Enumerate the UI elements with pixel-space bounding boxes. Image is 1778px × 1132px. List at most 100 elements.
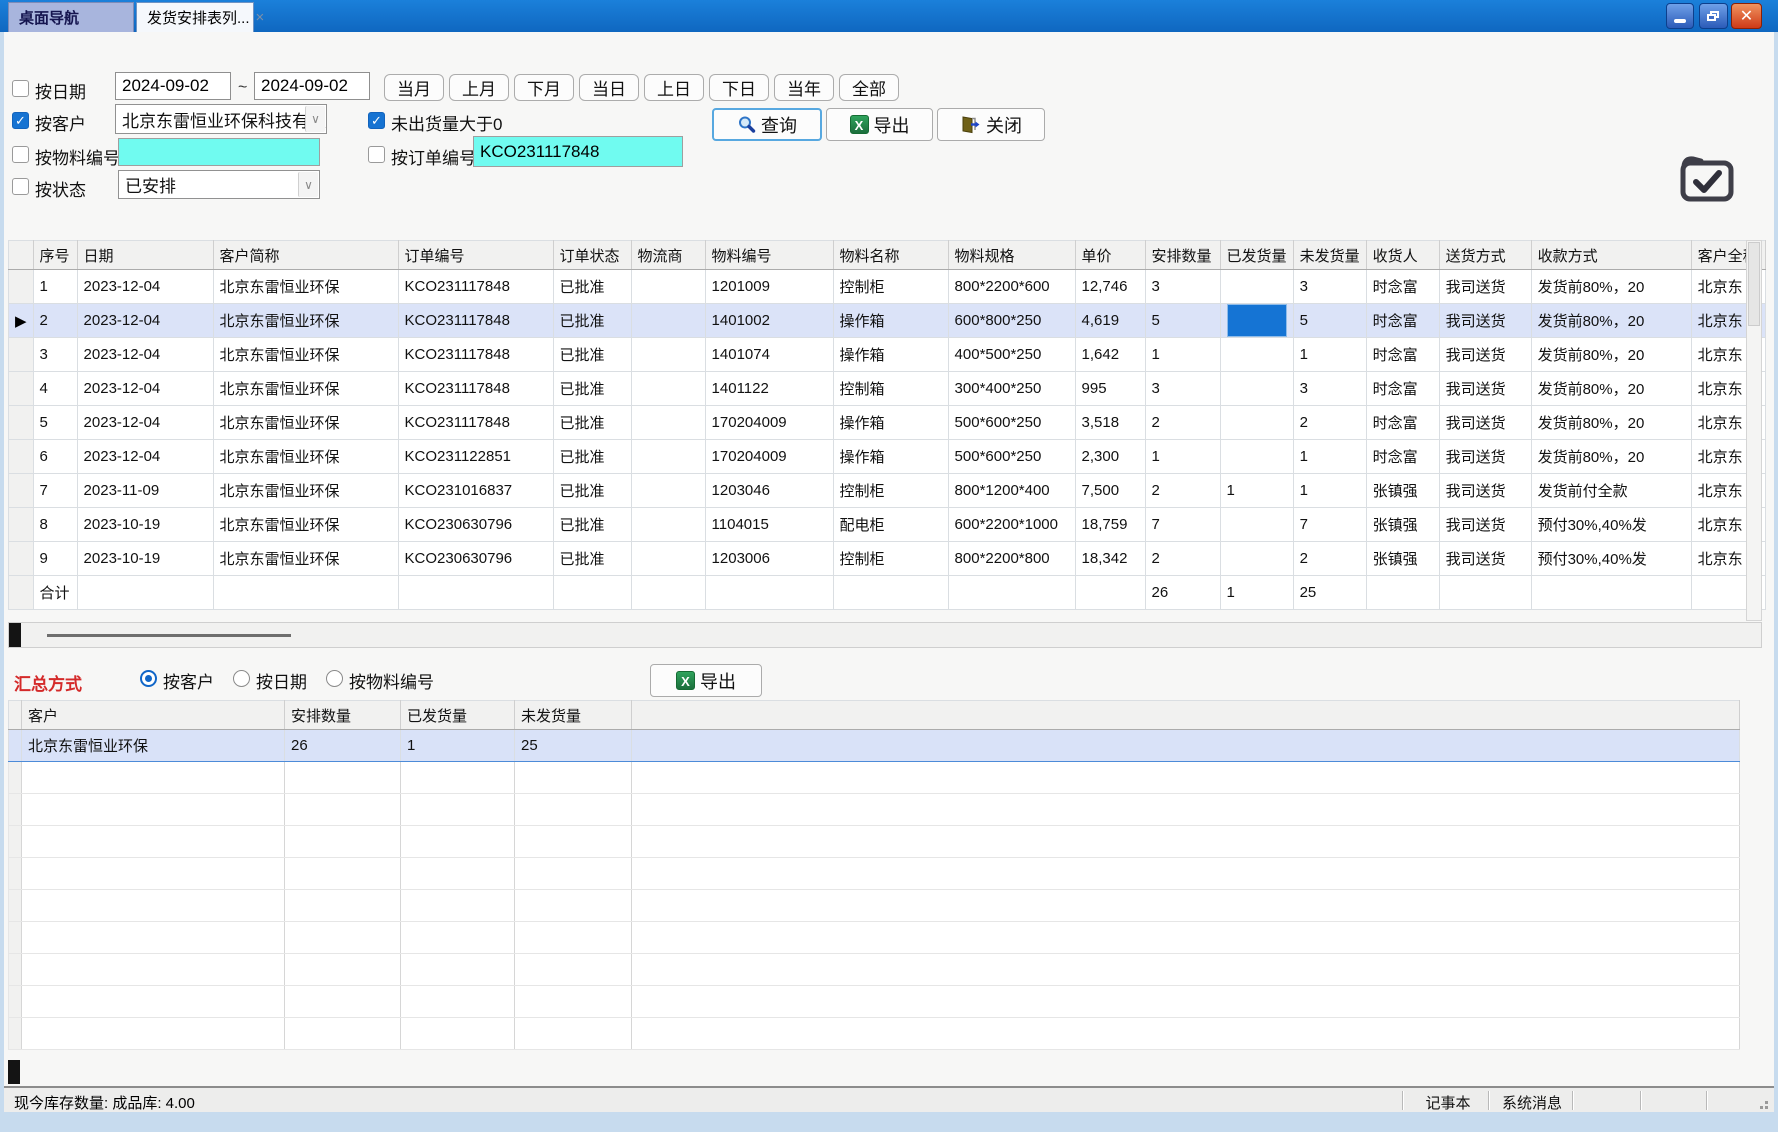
table-cell[interactable] — [632, 986, 1740, 1018]
table-cell[interactable]: 发货前80%，20 — [1531, 406, 1691, 440]
table-cell[interactable]: 2023-12-04 — [77, 270, 213, 304]
selected-cell[interactable] — [1227, 304, 1287, 337]
table-cell[interactable]: 我司送货 — [1439, 304, 1531, 338]
table-cell[interactable]: 时念富 — [1366, 338, 1439, 372]
table-cell[interactable]: KCO230630796 — [398, 542, 553, 576]
table-cell[interactable]: 18,759 — [1075, 508, 1145, 542]
table-cell[interactable]: 2 — [1293, 542, 1366, 576]
table-cell[interactable]: 已批准 — [553, 406, 631, 440]
table-cell[interactable] — [285, 826, 401, 858]
table-cell[interactable]: 已批准 — [553, 440, 631, 474]
table-cell[interactable]: 3 — [33, 338, 77, 372]
table-cell[interactable]: 控制柜 — [833, 542, 948, 576]
empty-row[interactable] — [9, 826, 1740, 858]
table-cell[interactable] — [515, 858, 632, 890]
vertical-scrollbar[interactable] — [1746, 240, 1762, 621]
table-cell[interactable]: 300*400*250 — [948, 372, 1075, 406]
table-cell[interactable]: 500*600*250 — [948, 406, 1075, 440]
by-material-label[interactable]: 按物料编号 — [35, 144, 120, 169]
table-cell[interactable] — [22, 826, 285, 858]
table-cell[interactable] — [1439, 576, 1531, 610]
chevron-down-icon[interactable]: ∨ — [298, 172, 318, 197]
table-row[interactable]: 92023-10-19北京东雷恒业环保KCO230630796已批准120300… — [9, 542, 1766, 576]
summary-scrollbar-block[interactable] — [8, 1060, 20, 1084]
table-row[interactable]: 12023-12-04北京东雷恒业环保KCO231117848已批准120100… — [9, 270, 1766, 304]
table-cell[interactable]: 操作箱 — [833, 440, 948, 474]
table-cell[interactable]: KCO231016837 — [398, 474, 553, 508]
table-cell[interactable] — [1220, 542, 1293, 576]
table-cell[interactable]: 800*2200*600 — [948, 270, 1075, 304]
table-row[interactable]: 72023-11-09北京东雷恒业环保KCO231016837已批准120304… — [9, 474, 1766, 508]
system-message-panel[interactable]: 系统消息 — [1492, 1092, 1572, 1113]
restore-button[interactable] — [1699, 3, 1728, 29]
table-cell[interactable]: 2,300 — [1075, 440, 1145, 474]
table-cell[interactable] — [705, 576, 833, 610]
folder-check-icon[interactable] — [1676, 150, 1738, 208]
table-cell[interactable]: 2023-11-09 — [77, 474, 213, 508]
table-cell[interactable]: 时念富 — [1366, 406, 1439, 440]
table-cell[interactable]: 已批准 — [553, 508, 631, 542]
table-cell[interactable]: 北京东雷恒业环保 — [213, 338, 398, 372]
table-row[interactable]: 62023-12-04北京东雷恒业环保KCO231122851已批准170204… — [9, 440, 1766, 474]
table-cell[interactable]: 7,500 — [1075, 474, 1145, 508]
table-cell[interactable] — [401, 826, 515, 858]
empty-row[interactable] — [9, 954, 1740, 986]
unshipped-gt0-label[interactable]: 未出货量大于0 — [391, 110, 502, 135]
table-cell[interactable]: 发货前付全款 — [1531, 474, 1691, 508]
table-cell[interactable]: 2 — [1145, 474, 1220, 508]
by-date-label[interactable]: 按日期 — [35, 78, 86, 103]
column-header[interactable]: 安排数量 — [1145, 241, 1220, 270]
table-cell[interactable] — [631, 440, 705, 474]
table-cell[interactable] — [401, 922, 515, 954]
table-cell[interactable] — [632, 890, 1740, 922]
table-cell[interactable] — [948, 576, 1075, 610]
table-cell[interactable]: 控制柜 — [833, 270, 948, 304]
table-cell[interactable] — [285, 890, 401, 922]
table-cell[interactable]: 控制柜 — [833, 474, 948, 508]
table-cell[interactable] — [22, 858, 285, 890]
table-cell[interactable]: 北京东雷恒业环保 — [213, 508, 398, 542]
table-cell[interactable]: 发货前80%，20 — [1531, 270, 1691, 304]
column-header[interactable]: 单价 — [1075, 241, 1145, 270]
table-cell[interactable] — [632, 954, 1740, 986]
column-header[interactable]: 序号 — [33, 241, 77, 270]
table-cell[interactable] — [22, 1018, 285, 1050]
table-cell[interactable]: 7 — [1145, 508, 1220, 542]
column-header[interactable]: 客户 — [22, 701, 285, 730]
table-cell[interactable] — [401, 858, 515, 890]
tab-shipping-schedule[interactable]: 发货安排表列... × — [136, 2, 254, 32]
table-cell[interactable] — [1220, 440, 1293, 474]
table-row[interactable]: 52023-12-04北京东雷恒业环保KCO231117848已批准170204… — [9, 406, 1766, 440]
table-cell[interactable]: 1201009 — [705, 270, 833, 304]
tab-close-icon[interactable]: × — [256, 9, 265, 26]
close-form-button[interactable]: 关闭 — [937, 108, 1045, 141]
table-cell[interactable]: 我司送货 — [1439, 338, 1531, 372]
table-cell[interactable] — [515, 954, 632, 986]
table-cell[interactable]: 600*2200*1000 — [948, 508, 1075, 542]
table-cell[interactable]: 我司送货 — [1439, 542, 1531, 576]
table-cell[interactable] — [515, 1018, 632, 1050]
current-month-button[interactable]: 当月 — [384, 74, 444, 101]
table-cell[interactable]: 发货前80%，20 — [1531, 440, 1691, 474]
radio-by-customer-label[interactable]: 按客户 — [163, 668, 214, 693]
minimize-button[interactable] — [1666, 3, 1694, 29]
table-cell[interactable] — [1531, 576, 1691, 610]
table-cell[interactable]: 我司送货 — [1439, 406, 1531, 440]
table-cell[interactable]: 5 — [1293, 304, 1366, 338]
table-cell[interactable] — [553, 576, 631, 610]
table-cell[interactable] — [631, 372, 705, 406]
table-cell[interactable] — [515, 794, 632, 826]
table-cell[interactable] — [285, 858, 401, 890]
table-cell[interactable]: 操作箱 — [833, 304, 948, 338]
table-cell[interactable] — [515, 826, 632, 858]
table-cell[interactable]: 2023-10-19 — [77, 542, 213, 576]
query-button[interactable]: 查询 — [712, 108, 822, 141]
prev-month-button[interactable]: 上月 — [449, 74, 509, 101]
table-cell[interactable] — [631, 474, 705, 508]
column-header[interactable]: 物料编号 — [705, 241, 833, 270]
table-cell[interactable]: 我司送货 — [1439, 440, 1531, 474]
table-cell[interactable] — [22, 762, 285, 794]
column-header[interactable]: 日期 — [77, 241, 213, 270]
table-cell[interactable]: 2023-12-04 — [77, 372, 213, 406]
column-header[interactable]: 已发货量 — [401, 701, 515, 730]
